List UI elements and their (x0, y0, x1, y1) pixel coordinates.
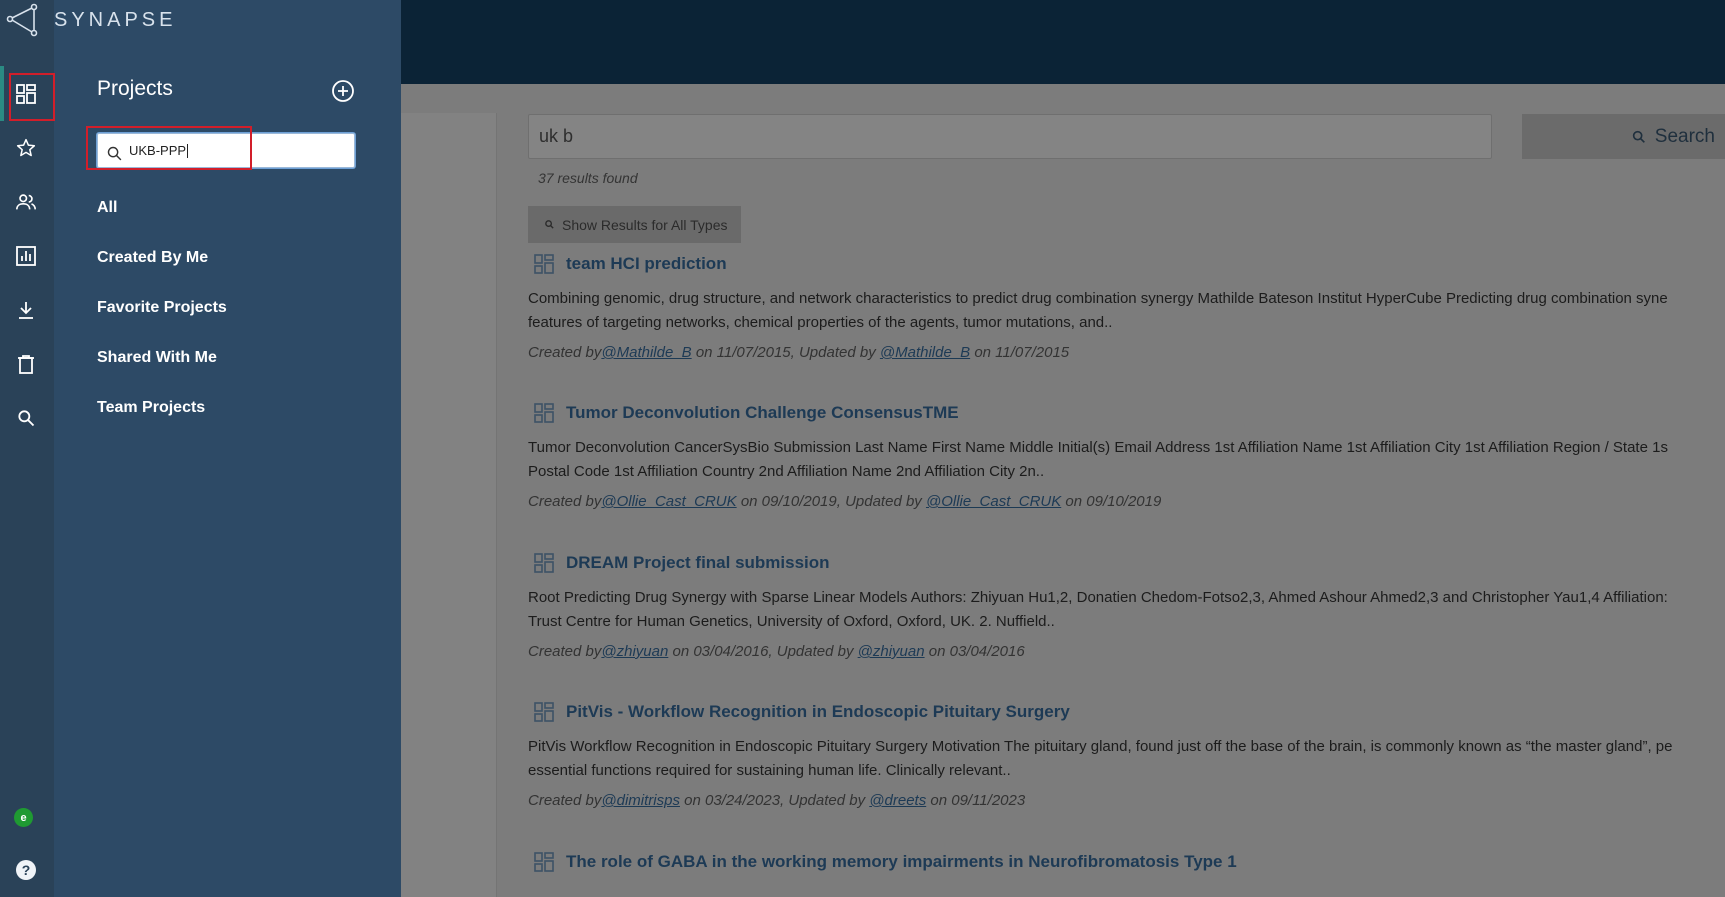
search-button-label: Search (1654, 125, 1715, 147)
project-icon (534, 403, 554, 423)
challenges-nav-button[interactable] (14, 244, 38, 268)
creator-link[interactable]: @dimitrisps (601, 792, 680, 809)
created-on-text: on 03/04/2016, Updated by (672, 643, 854, 660)
search-button[interactable]: Search (1522, 114, 1725, 159)
updater-link[interactable]: @dreets (869, 792, 926, 809)
avatar[interactable]: e (14, 808, 33, 827)
search-input-value: uk b (539, 126, 574, 146)
updater-link[interactable]: @zhiyuan (858, 643, 925, 660)
result-description: Trust Centre for Human Genetics, Univers… (528, 613, 1055, 630)
project-icon (534, 553, 554, 573)
favorites-nav-button[interactable] (14, 136, 38, 160)
created-by-label: Created by (528, 493, 602, 510)
result-item: PitVis - Workflow Recognition in Endosco… (528, 700, 1725, 809)
downloads-icon (19, 302, 33, 319)
downloads-nav-button[interactable] (14, 298, 38, 322)
search-icon (18, 410, 35, 427)
search-input[interactable]: uk b (528, 114, 1492, 159)
result-item: Tumor Deconvolution Challenge ConsensusT… (528, 401, 1725, 510)
result-title-link[interactable]: DREAM Project final submission (566, 553, 830, 573)
result-meta: Created by@zhiyuan on 03/04/2016, Update… (528, 643, 1725, 660)
result-description: Combining genomic, drug structure, and n… (528, 290, 1668, 307)
add-project-button[interactable] (331, 79, 355, 103)
add-circle-icon (332, 80, 354, 102)
created-by-label: Created by (528, 643, 602, 660)
show-all-types-button[interactable]: Show Results for All Types (528, 206, 742, 243)
updated-on-text: on 09/11/2023 (930, 792, 1026, 809)
favorites-star-icon (16, 138, 36, 157)
drawer-item-all[interactable]: All (97, 199, 117, 217)
updated-on-text: on 03/04/2016 (928, 643, 1025, 660)
updated-on-text: on 09/10/2019 (1065, 493, 1162, 510)
help-button[interactable]: ? (16, 860, 36, 880)
result-title-link[interactable]: PitVis - Workflow Recognition in Endosco… (566, 702, 1070, 722)
active-indicator (0, 66, 4, 121)
result-description: essential functions required for sustain… (528, 762, 1011, 779)
creator-link[interactable]: @Ollie_Cast_CRUK (601, 493, 736, 510)
created-by-label: Created by (528, 344, 602, 361)
result-description: features of targeting networks, chemical… (528, 314, 1113, 331)
facet-panel (400, 113, 497, 897)
results-count: 37 results found (538, 170, 638, 186)
project-icon (534, 852, 554, 872)
drawer-item-team-projects[interactable]: Team Projects (97, 399, 205, 417)
result-item: The role of GABA in the working memory i… (528, 850, 1725, 874)
result-description: PitVis Workflow Recognition in Endoscopi… (528, 738, 1673, 755)
nav-rail (0, 0, 54, 897)
result-title-link[interactable]: The role of GABA in the working memory i… (566, 852, 1237, 872)
show-all-types-label: Show Results for All Types (562, 216, 728, 233)
updated-on-text: on 11/07/2015 (974, 344, 1070, 361)
teams-icon (16, 194, 36, 210)
logo-text: SYNAPSE (54, 8, 177, 31)
result-meta: Created by@Ollie_Cast_CRUK on 09/10/2019… (528, 493, 1725, 510)
trash-nav-button[interactable] (14, 352, 38, 376)
created-by-label: Created by (528, 792, 602, 809)
updater-link[interactable]: @Mathilde_B (880, 344, 970, 361)
result-description: Tumor Deconvolution CancerSysBio Submiss… (528, 439, 1668, 456)
result-title-link[interactable]: Tumor Deconvolution Challenge ConsensusT… (566, 403, 959, 423)
drawer-item-shared-with-me[interactable]: Shared With Me (97, 349, 217, 367)
trash-icon (18, 355, 34, 374)
search-icon (1632, 130, 1645, 143)
highlight-box (86, 126, 252, 170)
result-item: DREAM Project final submission Root Pred… (528, 551, 1725, 660)
result-meta: Created by@Mathilde_B on 11/07/2015, Upd… (528, 344, 1725, 361)
drawer-title: Projects (97, 77, 173, 100)
drawer-item-created-by-me[interactable]: Created By Me (97, 249, 208, 267)
result-item: team HCI prediction Combining genomic, d… (528, 252, 1725, 361)
challenges-chart-icon (16, 246, 36, 266)
result-description: Root Predicting Drug Synergy with Sparse… (528, 589, 1668, 606)
search-icon (545, 220, 554, 229)
search-nav-button[interactable] (14, 406, 38, 430)
creator-link[interactable]: @Mathilde_B (601, 344, 691, 361)
drawer-item-favorite-projects[interactable]: Favorite Projects (97, 299, 227, 317)
synapse-logo[interactable]: SYNAPSE (6, 3, 176, 37)
result-title-link[interactable]: team HCI prediction (566, 254, 727, 274)
synapse-logo-icon (6, 3, 38, 37)
created-on-text: on 03/24/2023, Updated by (684, 792, 866, 809)
created-on-text: on 09/10/2019, Updated by (740, 493, 922, 510)
result-description: Postal Code 1st Affiliation Country 2nd … (528, 463, 1045, 480)
creator-link[interactable]: @zhiyuan (601, 643, 668, 660)
highlight-box (9, 73, 55, 121)
result-meta: Created by@dimitrisps on 03/24/2023, Upd… (528, 792, 1725, 809)
project-icon (534, 702, 554, 722)
project-icon (534, 254, 554, 274)
created-on-text: on 11/07/2015, Updated by (695, 344, 876, 361)
teams-nav-button[interactable] (14, 190, 38, 214)
updater-link[interactable]: @Ollie_Cast_CRUK (926, 493, 1061, 510)
